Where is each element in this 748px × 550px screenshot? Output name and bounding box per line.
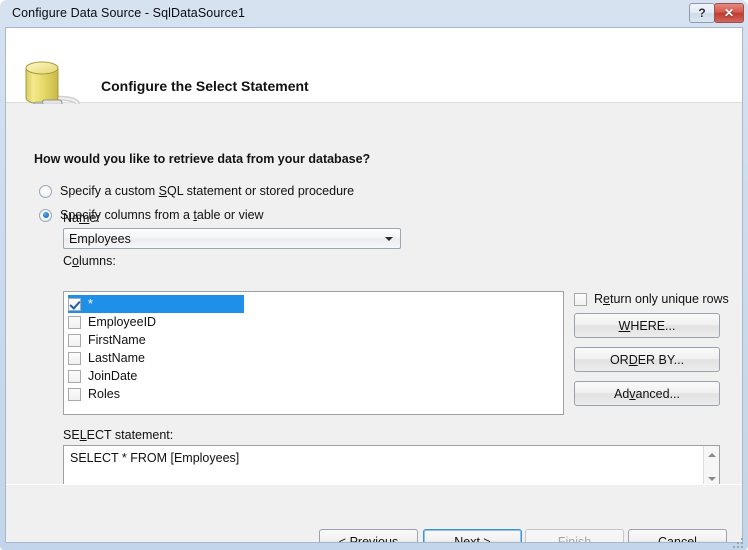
list-item[interactable]: LastName [64,349,563,367]
checkbox-column-joindate[interactable] [68,370,81,383]
checkbox-return-unique-rows[interactable] [574,293,587,306]
checkbox-column-lastname[interactable] [68,352,81,365]
scroll-up-icon[interactable] [704,447,719,462]
help-button[interactable]: ? [689,3,715,23]
advanced-button-label: Advanced... [614,387,680,401]
client-area: Configure the Select Statement How would… [5,27,743,543]
header-band: Configure the Select Statement [6,28,742,103]
return-unique-rows-checkbox-row[interactable]: Return only unique rows [574,292,729,306]
list-item-label: LastName [88,351,145,365]
order-by-button[interactable]: ORDER BY... [574,347,720,372]
list-item[interactable]: FirstName [64,331,563,349]
checkbox-column-employeeid[interactable] [68,316,81,329]
select-statement-label: SELECT statement: [63,428,173,442]
order-by-button-label: ORDER BY... [610,353,684,367]
previous-button-label: < Previous [339,535,398,544]
body-area: How would you like to retrieve data from… [6,104,742,484]
checkbox-column-firstname[interactable] [68,334,81,347]
cancel-button[interactable]: Cancel [628,529,727,543]
select-statement-scrollbar[interactable] [703,446,719,487]
list-item[interactable]: EmployeeID [64,313,563,331]
list-item[interactable]: Roles [64,385,563,403]
list-item-label: JoinDate [88,369,137,383]
page-title: Configure the Select Statement [101,78,309,94]
list-item-label: * [88,297,93,311]
radio-label-custom-sql: Specify a custom SQL statement or stored… [60,184,354,198]
return-unique-rows-label: Return only unique rows [594,292,729,306]
radio-indicator-columns-from-table[interactable] [39,209,52,222]
checkbox-column-star[interactable] [68,298,81,311]
dialog-window: Configure Data Source - SqlDataSource1 ?… [0,0,748,550]
list-item-label: EmployeeID [88,315,156,329]
footer-bar: < Previous Next > Finish Cancel [6,485,742,542]
where-button[interactable]: WHERE... [574,313,720,338]
list-item-label: Roles [88,387,120,401]
window-title: Configure Data Source - SqlDataSource1 [12,6,245,20]
radio-option-custom-sql[interactable]: Specify a custom SQL statement or stored… [39,184,354,198]
checkbox-column-roles[interactable] [68,388,81,401]
title-bar[interactable]: Configure Data Source - SqlDataSource1 ?… [0,0,748,30]
next-button[interactable]: Next > [423,529,522,543]
select-statement-textbox[interactable]: SELECT * FROM [Employees] [63,445,720,488]
where-button-label: WHERE... [619,319,676,333]
close-button[interactable]: ✕ [714,3,744,23]
columns-listbox[interactable]: * EmployeeID FirstName LastName JoinDate [63,291,564,415]
previous-button[interactable]: < Previous [319,529,418,543]
columns-label: Columns: [63,254,116,268]
name-label: Name: [63,211,100,225]
chevron-down-icon[interactable] [385,237,393,241]
resize-grip[interactable] [733,536,745,548]
cancel-button-label: Cancel [658,535,697,544]
advanced-button[interactable]: Advanced... [574,381,720,406]
finish-button: Finish [525,529,624,543]
radio-indicator-custom-sql[interactable] [39,185,52,198]
select-statement-value: SELECT * FROM [Employees] [70,451,239,465]
finish-button-label: Finish [558,535,591,544]
name-combobox[interactable]: Employees [63,228,401,249]
list-item-label: FirstName [88,333,146,347]
name-combobox-value: Employees [69,232,131,246]
next-button-label: Next > [454,535,490,544]
list-item[interactable]: * [68,295,244,313]
list-item[interactable]: JoinDate [64,367,563,385]
question-label: How would you like to retrieve data from… [34,152,370,166]
